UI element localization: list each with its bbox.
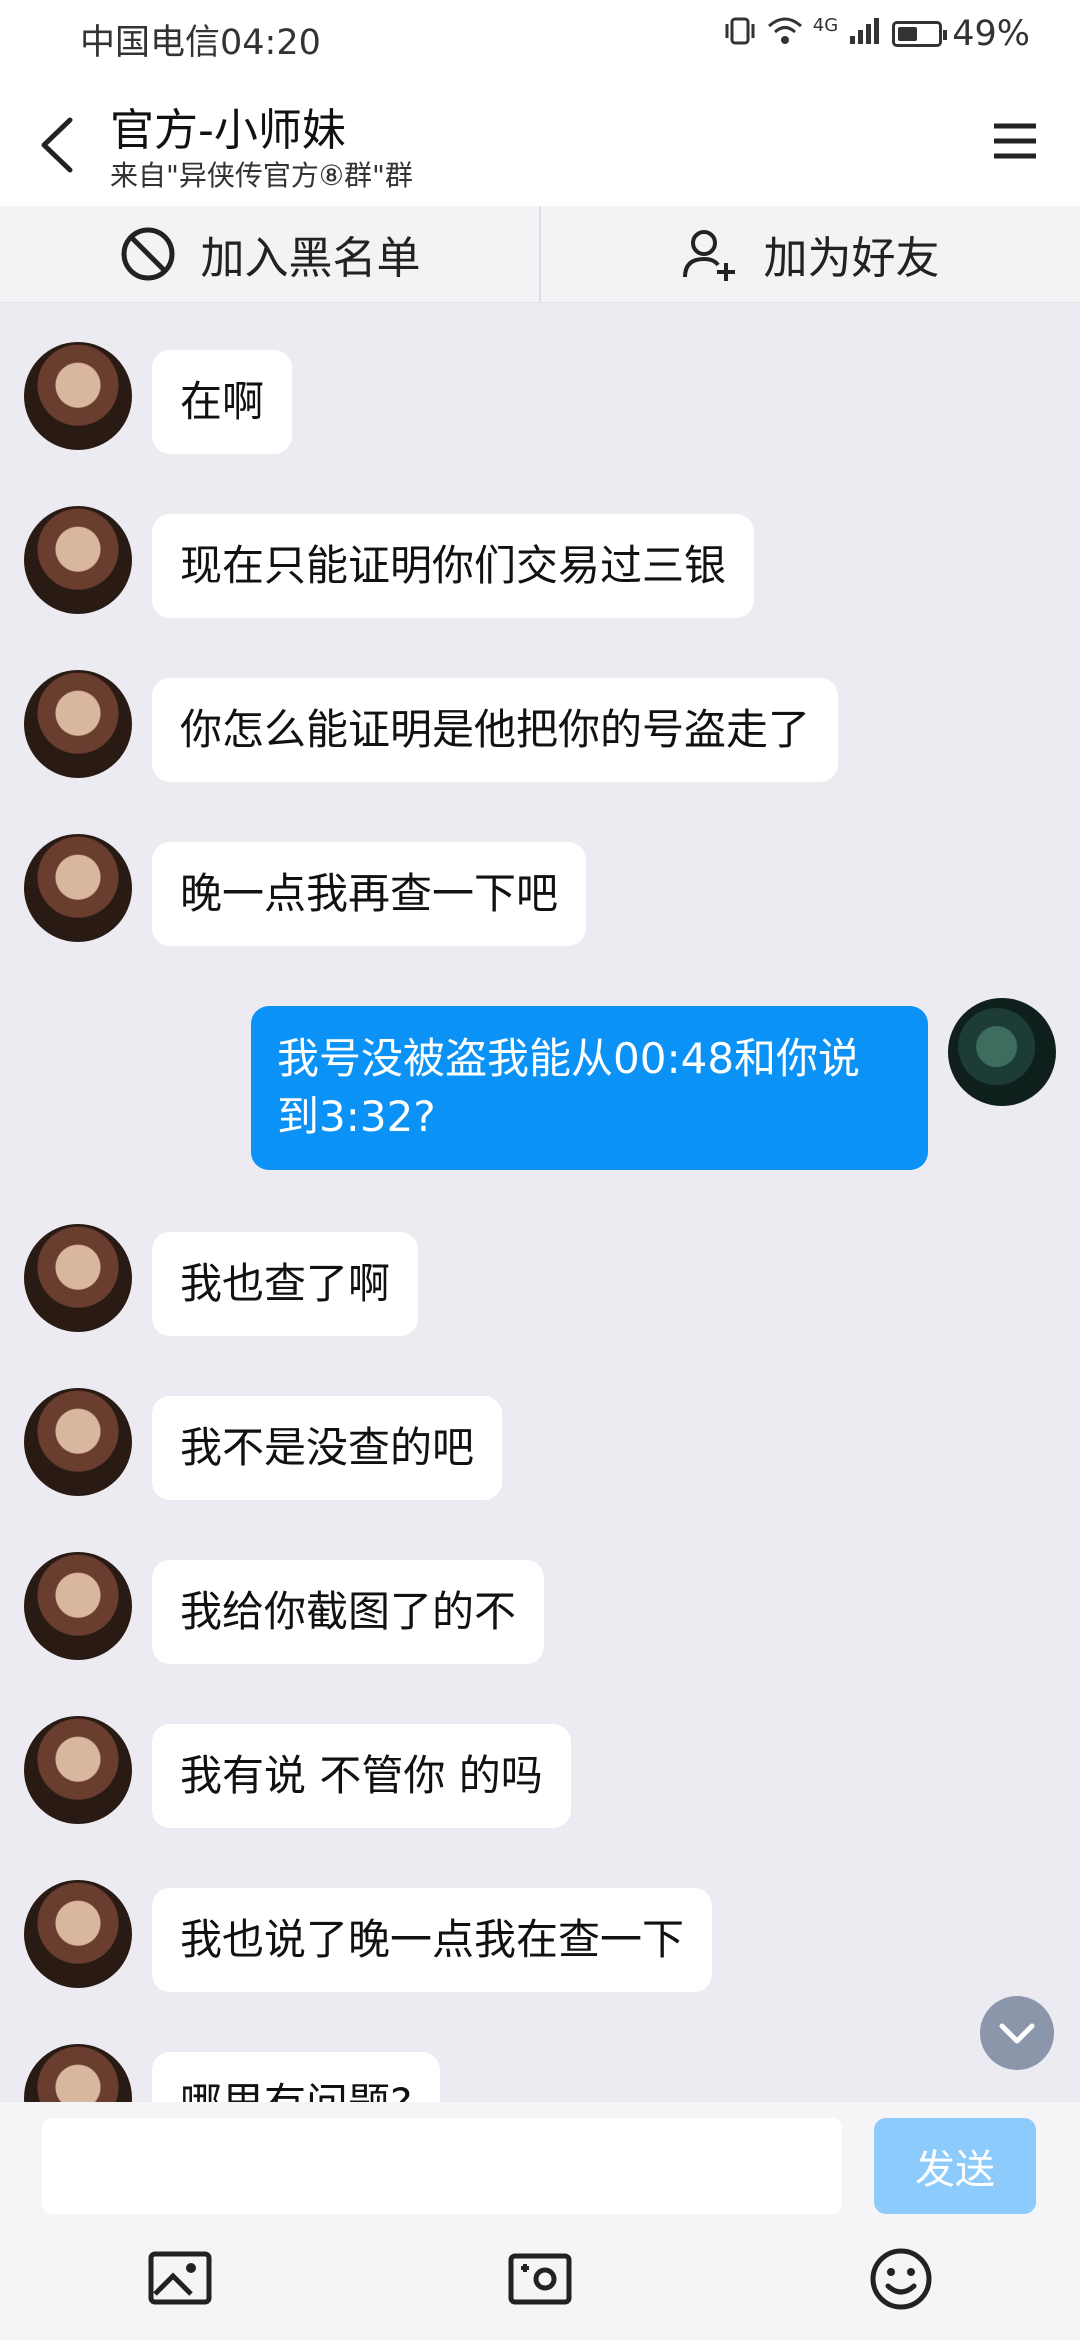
- add-friend-label: 加为好友: [763, 233, 940, 284]
- status-icons: 4G 49%: [723, 14, 1030, 54]
- avatar[interactable]: [24, 506, 132, 614]
- avatar[interactable]: [24, 834, 132, 942]
- camera-icon: [508, 2253, 572, 2305]
- scroll-to-bottom-button[interactable]: [980, 1996, 1054, 2070]
- battery-percent: 49%: [952, 14, 1030, 54]
- emoji-button[interactable]: [866, 2244, 936, 2314]
- my-message-bubble[interactable]: 我号没被盗我能从00:48和你说到3:32?: [251, 1006, 928, 1170]
- add-friend-icon: [682, 230, 735, 281]
- avatar[interactable]: [24, 670, 132, 778]
- message-bubble[interactable]: 哪里有问题?: [152, 2052, 441, 2102]
- network-type: 4G: [812, 14, 839, 36]
- avatar[interactable]: [24, 1552, 132, 1660]
- camera-button[interactable]: [505, 2244, 575, 2314]
- page-subtitle: 来自"异侠传官方⑧群"群: [110, 159, 413, 192]
- image-icon: [148, 2251, 212, 2305]
- avatar[interactable]: [24, 2044, 132, 2102]
- chevron-down-icon: [999, 2023, 1035, 2044]
- avatar[interactable]: [24, 1880, 132, 1988]
- menu-button[interactable]: [990, 116, 1040, 166]
- battery-icon: [892, 21, 948, 47]
- send-button[interactable]: 发送: [874, 2118, 1036, 2214]
- image-button[interactable]: [145, 2244, 215, 2314]
- signal-icon: [848, 16, 882, 53]
- message-list[interactable]: 在啊 现在只能证明你们交易过三银 你怎么能证明是他把你的号盗走了 晚一点我再查一…: [0, 302, 1080, 2102]
- add-friend-button[interactable]: 加为好友: [541, 206, 1080, 302]
- back-arrow-icon: [41, 117, 73, 173]
- message-bubble[interactable]: 晚一点我再查一下吧: [152, 842, 587, 946]
- action-bar: 加入黑名单 加为好友: [0, 206, 1080, 303]
- menu-icon: [994, 123, 1036, 159]
- avatar[interactable]: [24, 342, 132, 450]
- composer: 发送: [0, 2102, 1080, 2340]
- carrier-time: 中国电信04:20: [80, 23, 321, 63]
- emoji-icon: [870, 2248, 932, 2310]
- wifi-icon: [767, 16, 803, 53]
- status-bar: 中国电信04:20 4G 49%: [0, 0, 1080, 76]
- page-title: 官方-小师妹: [110, 105, 346, 156]
- message-bubble[interactable]: 在啊: [152, 350, 293, 454]
- back-button[interactable]: [30, 110, 90, 180]
- chat-header: 官方-小师妹 来自"异侠传官方⑧群"群: [0, 76, 1080, 206]
- message-input[interactable]: [42, 2118, 842, 2214]
- avatar[interactable]: [24, 1388, 132, 1496]
- add-to-blacklist-button[interactable]: 加入黑名单: [0, 206, 539, 302]
- message-bubble[interactable]: 你怎么能证明是他把你的号盗走了: [152, 678, 839, 782]
- message-bubble[interactable]: 我也查了啊: [152, 1232, 419, 1336]
- avatar[interactable]: [24, 1716, 132, 1824]
- message-bubble[interactable]: 现在只能证明你们交易过三银: [152, 514, 755, 618]
- message-bubble[interactable]: 我给你截图了的不: [152, 1560, 545, 1664]
- message-bubble[interactable]: 我有说 不管你 的吗: [152, 1724, 571, 1828]
- vibrate-icon: [723, 16, 757, 53]
- avatar[interactable]: [24, 1224, 132, 1332]
- my-avatar[interactable]: [948, 998, 1056, 1106]
- blacklist-label: 加入黑名单: [200, 233, 421, 284]
- block-icon: [121, 227, 174, 281]
- message-bubble[interactable]: 我也说了晚一点我在查一下: [152, 1888, 713, 1992]
- message-bubble[interactable]: 我不是没查的吧: [152, 1396, 503, 1500]
